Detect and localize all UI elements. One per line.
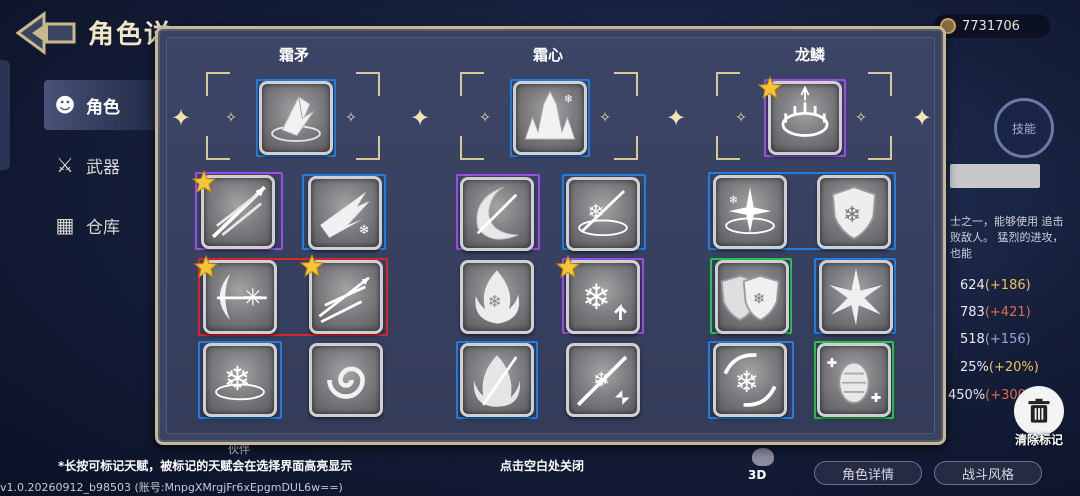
corner-ornament — [868, 72, 892, 96]
compass-label: 技能 — [1011, 121, 1036, 136]
clear-marks-button[interactable] — [1014, 386, 1064, 436]
stat-row: 783(+421) — [960, 305, 1031, 320]
left-edge-handle[interactable] — [0, 60, 10, 170]
chest-icon: ▦ — [55, 213, 75, 237]
svg-text:❄: ❄ — [753, 290, 765, 307]
svg-text:❄: ❄ — [587, 200, 604, 224]
svg-text:✳: ✳ — [243, 283, 263, 311]
svg-text:❄: ❄ — [564, 92, 573, 105]
marked-star-icon — [300, 254, 324, 278]
stat-row: 518(+156) — [960, 332, 1031, 347]
svg-text:❄: ❄ — [582, 278, 611, 318]
svg-text:❄: ❄ — [488, 292, 502, 311]
sparkle-icon: ✦ — [409, 104, 431, 132]
3d-view-icon[interactable] — [752, 448, 774, 466]
currency-display: 7731706 — [934, 14, 1050, 38]
trash-icon — [1028, 398, 1050, 423]
svg-text:❄: ❄ — [843, 203, 861, 228]
corner-ornament — [356, 136, 380, 160]
sparkle-small-icon: ✧ — [855, 110, 867, 126]
sparkle-small-icon: ✧ — [599, 110, 611, 126]
corner-ornament — [716, 72, 740, 96]
info-bar — [950, 164, 1040, 188]
talent-frost-flame-icon[interactable]: ❄ — [460, 260, 534, 334]
sword-icon: ⚔ — [56, 153, 74, 177]
talent-frost-crescent-icon[interactable] — [460, 177, 534, 251]
sidebar-item-storage[interactable]: ▦ 仓库 — [44, 200, 164, 250]
talent-star-sparkle-icon[interactable]: ❄ — [713, 175, 787, 249]
talent-ice-shard-icon[interactable] — [259, 81, 333, 155]
talent-shield-snowflake-icon[interactable]: ❄ — [817, 175, 891, 249]
marked-star-icon — [556, 255, 580, 279]
corner-ornament — [460, 72, 484, 96]
sparkle-small-icon: ✧ — [225, 110, 237, 126]
talent-flame-spear-icon[interactable] — [460, 343, 534, 417]
talent-spear-snowflake-up-icon[interactable]: ❄ — [566, 343, 640, 417]
sidebar-item-character[interactable]: ☻ 角色 — [44, 80, 164, 130]
marked-star-icon — [192, 170, 216, 194]
sparkle-icon: ✦ — [170, 104, 192, 132]
svg-text:❄: ❄ — [593, 367, 610, 391]
corner-ornament — [356, 72, 380, 96]
character-details-button[interactable]: 角色详情 — [814, 461, 922, 485]
corner-ornament — [460, 136, 484, 160]
clear-marks-label: 清除标记 — [1014, 433, 1063, 447]
talent-snowflake-ring-icon[interactable]: ❄ — [203, 343, 277, 417]
sidebar-item-label: 仓库 — [86, 217, 120, 238]
close-hint-text[interactable]: 点击空白处关闭 — [500, 457, 584, 474]
sparkle-icon: ✦ — [911, 104, 933, 132]
talent-twin-shield-icon[interactable]: ❄ — [715, 260, 789, 334]
sparkle-small-icon: ✧ — [735, 110, 747, 126]
svg-text:❄: ❄ — [223, 359, 251, 398]
corner-ornament — [868, 136, 892, 160]
mark-hint-text: *长按可标记天赋，被标记的天赋会在选择界面高亮显示 — [58, 459, 353, 473]
sparkle-icon: ✦ — [665, 104, 687, 132]
column-title-frost-heart: 霜心 — [532, 46, 563, 64]
stat-row: 624(+186) — [960, 278, 1031, 293]
column-title-dragon-scale: 龙鳞 — [794, 46, 825, 64]
talent-ice-crown-icon[interactable]: ❄ — [513, 81, 587, 155]
svg-text:❄: ❄ — [729, 194, 738, 207]
currency-value: 7731706 — [962, 18, 1020, 34]
character-icon: ☻ — [54, 93, 76, 117]
skill-compass-button[interactable]: 技能 — [994, 98, 1054, 158]
combat-style-button[interactable]: 战斗风格 — [934, 461, 1042, 485]
corner-ornament — [614, 136, 638, 160]
corner-ornament — [206, 72, 230, 96]
character-description: 士之一，能够使用 追击败敌人。 猛烈的进攻，也能 — [950, 215, 1064, 260]
marked-star-icon — [194, 255, 218, 279]
corner-ornament — [206, 136, 230, 160]
3d-view-label[interactable]: 3D — [748, 468, 766, 482]
stat-row: 25%(+20%) — [960, 360, 1039, 375]
talent-ice-claws-icon[interactable]: ❄ — [308, 176, 382, 250]
talent-vortex-icon[interactable] — [309, 343, 383, 417]
corner-ornament — [614, 72, 638, 96]
talent-frost-burst-icon[interactable] — [819, 260, 893, 334]
sidebar-item-label: 武器 — [86, 157, 120, 178]
talent-frost-spear-ring-icon[interactable]: ❄ — [566, 177, 640, 251]
sidebar-item-label: 角色 — [86, 97, 120, 118]
column-title-frost-spear: 霜矛 — [278, 46, 309, 64]
svg-text:❄: ❄ — [734, 365, 759, 399]
sparkle-small-icon: ✧ — [345, 110, 357, 126]
svg-text:❄: ❄ — [359, 223, 370, 238]
talent-dragon-egg-icon[interactable] — [817, 343, 891, 417]
talent-snowflake-cycle-icon[interactable]: ❄ — [713, 343, 787, 417]
sparkle-small-icon: ✧ — [479, 110, 491, 126]
back-button[interactable] — [14, 10, 78, 56]
version-text: v1.0.20260912_b98503 (账号:MnpgXMrgjFr6xEp… — [0, 481, 343, 494]
marked-star-icon — [758, 76, 782, 100]
corner-ornament — [716, 136, 740, 160]
back-arrow-icon — [15, 11, 76, 55]
sidebar-item-weapon[interactable]: ⚔ 武器 — [44, 140, 164, 190]
